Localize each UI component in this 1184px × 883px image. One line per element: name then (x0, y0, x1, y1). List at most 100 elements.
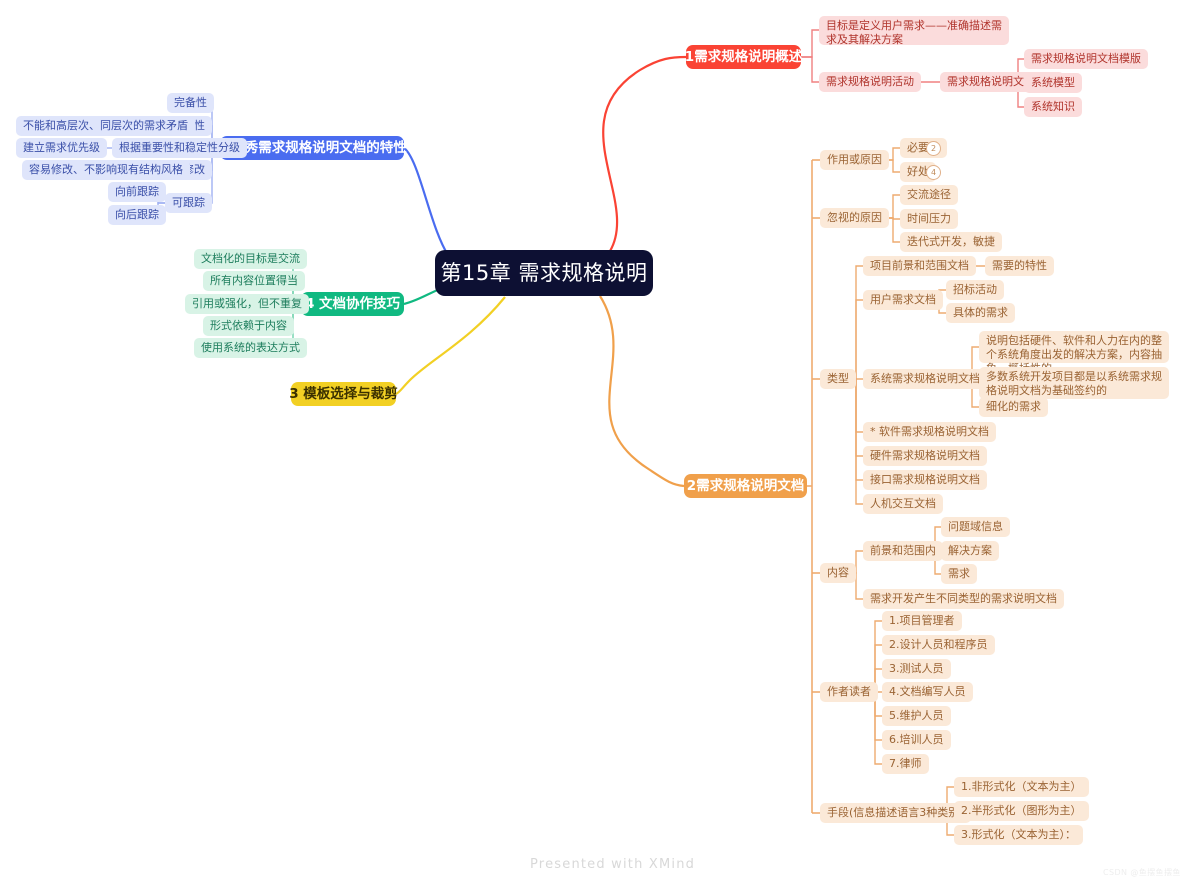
node-b2-c2-g1[interactable]: 用户需求文档 (863, 290, 943, 310)
node-b2-c1-g1[interactable]: 时间压力 (900, 209, 958, 229)
node-b5-c2[interactable]: 根据重要性和稳定性分级 (112, 138, 247, 158)
node-b2-c1-g0[interactable]: 交流途径 (900, 185, 958, 205)
node-b2-c2-label: 类型 (827, 372, 849, 386)
node-b5-c1-g0-label: 不能和高层次、同层次的需求矛盾 (23, 119, 188, 133)
node-b1-c1-label: 需求规格说明活动 (826, 75, 914, 89)
node-b2-c2[interactable]: 类型 (820, 369, 856, 389)
node-b5-c1-g0[interactable]: 不能和高层次、同层次的需求矛盾 (16, 116, 195, 136)
node-b2-c4-g1-label: 2.设计人员和程序员 (889, 638, 988, 652)
branch-4-topic[interactable]: 4 文档协作技巧 (301, 292, 404, 316)
node-b2-c2-g3[interactable]: * 软件需求规格说明文档 (863, 422, 996, 442)
node-b2-c3-g1[interactable]: 需求开发产生不同类型的需求说明文档 (863, 589, 1064, 609)
node-b2-c2-g6[interactable]: 人机交互文档 (863, 494, 943, 514)
node-b4-c2[interactable]: 引用或强化，但不重复 (185, 294, 309, 314)
node-b5-c0-label: 完备性 (174, 96, 207, 110)
node-b2-c5-g2[interactable]: 3.形式化（文本为主）： (954, 825, 1083, 845)
central-topic-label: 第15章 需求规格说明 (440, 260, 648, 285)
collapsed-count-necessity: 2 (930, 144, 937, 153)
node-b2-c2-g0[interactable]: 项目前景和范围文档 (863, 256, 976, 276)
node-b5-c2-label: 根据重要性和稳定性分级 (119, 141, 240, 155)
node-b2-c2-g2-h2[interactable]: 细化的需求 (979, 397, 1048, 417)
node-b2-c1-g1-label: 时间压力 (907, 212, 951, 226)
node-b2-c2-g2-h2-label: 细化的需求 (986, 400, 1041, 414)
node-b2-c3-g0[interactable]: 前景和范围内 (863, 541, 943, 561)
branch-3-topic[interactable]: 3 模板选择与裁剪 (289, 382, 398, 406)
node-b2-c4-g1[interactable]: 2.设计人员和程序员 (882, 635, 995, 655)
node-b4-c1[interactable]: 所有内容位置得当 (203, 271, 305, 291)
node-b4-c2-label: 引用或强化，但不重复 (192, 297, 302, 311)
node-b2-c2-g2[interactable]: 系统需求规格说明文档 (863, 369, 987, 389)
node-b2-c5-g2-label: 3.形式化（文本为主）： (961, 828, 1076, 842)
node-b2-c4-g3[interactable]: 4.文档编写人员 (882, 682, 973, 702)
central-topic[interactable]: 第15章 需求规格说明 (435, 250, 653, 296)
node-b2-c3-label: 内容 (827, 566, 849, 580)
node-b2-c4-g5-label: 6.培训人员 (889, 733, 944, 747)
node-b5-c2-g0[interactable]: 建立需求优先级 (16, 138, 107, 158)
collapsed-count-badge-necessity[interactable]: 2 (926, 141, 941, 156)
node-b2-c4-g6-label: 7.律师 (889, 757, 922, 771)
collapsed-count-badge-benefit[interactable]: 4 (926, 165, 941, 180)
node-b4-c4-label: 使用系统的表达方式 (201, 341, 300, 355)
node-b2-c4-g0[interactable]: 1.项目管理者 (882, 611, 962, 631)
node-b2-c4-g3-label: 4.文档编写人员 (889, 685, 966, 699)
node-b2-c2-g1-h1[interactable]: 具体的需求 (946, 303, 1015, 323)
node-b2-c2-g4[interactable]: 硬件需求规格说明文档 (863, 446, 987, 466)
node-b2-c3-g0-h0[interactable]: 问题域信息 (941, 517, 1010, 537)
node-b5-c2-g0-label: 建立需求优先级 (23, 141, 100, 155)
node-b2-c4-g5[interactable]: 6.培训人员 (882, 730, 951, 750)
node-b1-c1-g0-h1[interactable]: 系统模型 (1024, 73, 1082, 93)
node-b2-c2-g1-label: 用户需求文档 (870, 293, 936, 307)
node-b2-c2-g0-h0[interactable]: 需要的特性 (985, 256, 1054, 276)
xmind-watermark-label: Presented with XMind (530, 857, 696, 872)
node-b2-c0[interactable]: 作用或原因 (820, 150, 889, 170)
node-b2-c3[interactable]: 内容 (820, 563, 856, 583)
collapsed-count-benefit: 4 (930, 168, 937, 177)
node-b2-c3-g0-h1[interactable]: 解决方案 (941, 541, 999, 561)
node-b4-c0[interactable]: 文档化的目标是交流 (194, 249, 307, 269)
branch-1-topic[interactable]: 1需求规格说明概述 (684, 45, 803, 69)
node-b2-c5-g1-label: 2.半形式化（图形为主） (961, 804, 1082, 818)
branch-4-label: 4 文档协作技巧 (304, 295, 401, 312)
node-b2-c4-g6[interactable]: 7.律师 (882, 754, 929, 774)
node-b2-c4-g4-label: 5.维护人员 (889, 709, 944, 723)
node-b2-c1-g2-label: 迭代式开发，敏捷 (907, 235, 995, 249)
branch-5-topic[interactable]: 5 优秀需求规格说明文档的特性 (217, 136, 407, 160)
node-b4-c4[interactable]: 使用系统的表达方式 (194, 338, 307, 358)
node-b4-c3[interactable]: 形式依赖于内容 (203, 316, 294, 336)
node-b2-c4-g4[interactable]: 5.维护人员 (882, 706, 951, 726)
xmind-watermark: Presented with XMind (530, 857, 695, 872)
node-b2-c4[interactable]: 作者读者 (820, 682, 878, 702)
node-b2-c3-g1-label: 需求开发产生不同类型的需求说明文档 (870, 592, 1057, 606)
node-b1-c1-g0-h2[interactable]: 系统知识 (1024, 97, 1082, 117)
node-b5-c4[interactable]: 可跟踪 (165, 193, 212, 213)
node-b5-c3-g0[interactable]: 容易修改、不影响现有结构风格 (22, 160, 190, 180)
node-b2-c1-g2[interactable]: 迭代式开发，敏捷 (900, 232, 1002, 252)
branch-1-label: 1需求规格说明概述 (684, 48, 803, 65)
node-b2-c2-g5[interactable]: 接口需求规格说明文档 (863, 470, 987, 490)
node-b2-c3-g0-h2[interactable]: 需求 (941, 564, 977, 584)
node-b5-c0[interactable]: 完备性 (167, 93, 214, 113)
node-b2-c4-g2[interactable]: 3.测试人员 (882, 659, 951, 679)
branch-2-topic[interactable]: 2需求规格说明文档 (684, 474, 807, 498)
node-b2-c2-g1-h1-label: 具体的需求 (953, 306, 1008, 320)
node-b2-c5-g0[interactable]: 1.非形式化（文本为主） (954, 777, 1089, 797)
node-b2-c5-g0-label: 1.非形式化（文本为主） (961, 780, 1082, 794)
node-b5-c4-g0[interactable]: 向前跟踪 (108, 182, 166, 202)
node-b2-c2-g1-h0[interactable]: 招标活动 (946, 280, 1004, 300)
node-b2-c2-g2-h1[interactable]: 多数系统开发项目都是以系统需求规格说明文档为基础签约的 (979, 367, 1169, 399)
node-b1-c1-g0-h0[interactable]: 需求规格说明文档模版 (1024, 49, 1148, 69)
node-b2-c2-g5-label: 接口需求规格说明文档 (870, 473, 980, 487)
node-b5-c4-g1[interactable]: 向后跟踪 (108, 205, 166, 225)
node-b1-c0-label: 目标是定义用户需求——准确描述需求及其解决方案 (826, 19, 1002, 46)
node-b2-c5[interactable]: 手段(信息描述语言3种类别) (820, 803, 971, 823)
node-b1-c1[interactable]: 需求规格说明活动 (819, 72, 921, 92)
node-b5-c4-g0-label: 向前跟踪 (115, 185, 159, 199)
node-b2-c3-g0-h0-label: 问题域信息 (948, 520, 1003, 534)
node-b2-c2-g2-label: 系统需求规格说明文档 (870, 372, 980, 386)
node-b1-c0[interactable]: 目标是定义用户需求——准确描述需求及其解决方案 (819, 16, 1009, 46)
node-b2-c1[interactable]: 忽视的原因 (820, 208, 889, 228)
node-b2-c0-label: 作用或原因 (827, 153, 882, 167)
node-b2-c5-g1[interactable]: 2.半形式化（图形为主） (954, 801, 1089, 821)
csdn-watermark-label: CSDN @鱼摆鱼摆鱼 (1103, 868, 1181, 877)
node-b2-c2-g2-h0[interactable]: 说明包括硬件、软件和人力在内的整个系统角度出发的解决方案，内容抽象，概括性的。 (979, 331, 1169, 375)
